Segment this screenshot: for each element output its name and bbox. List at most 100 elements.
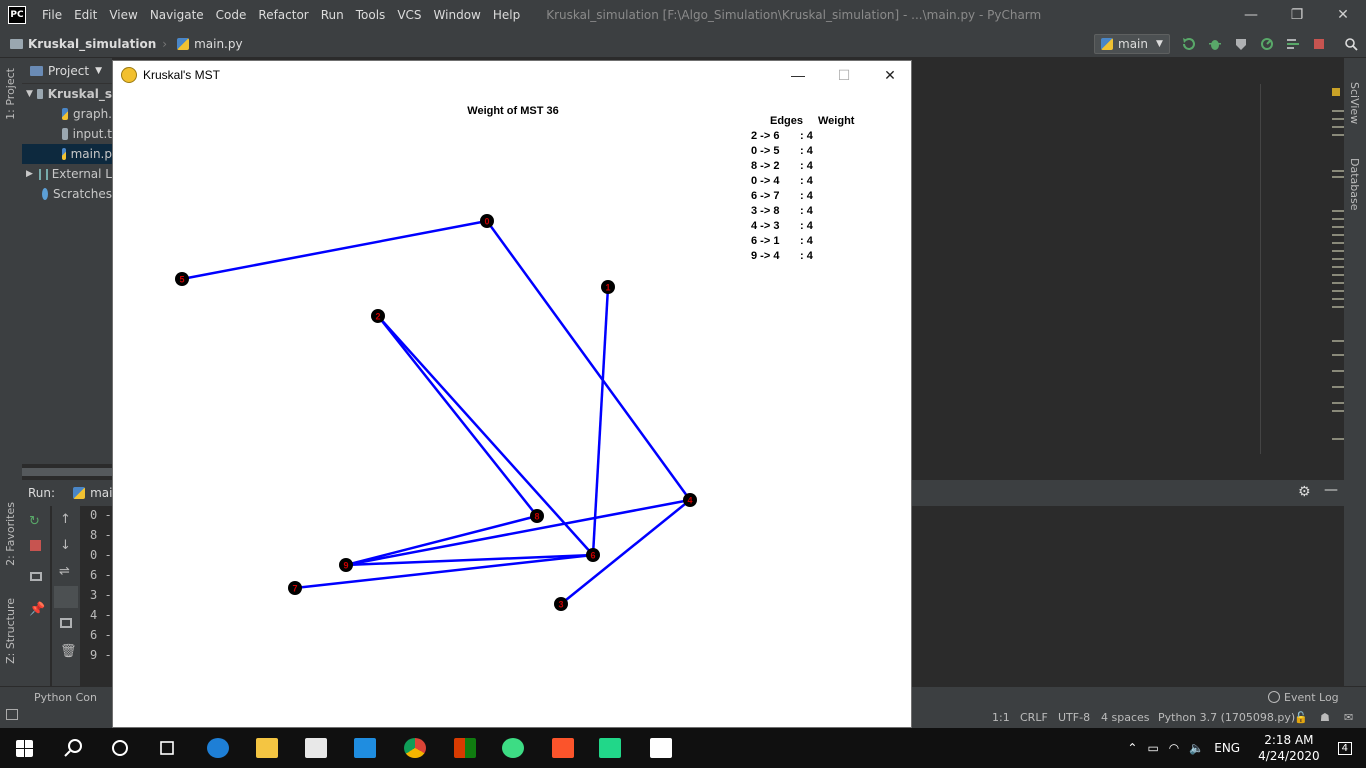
lock-icon[interactable]: 🔓 [1294,711,1308,724]
menu-view[interactable]: View [103,8,143,22]
tool-window-sciview[interactable]: SciView [1348,82,1361,124]
inspection-status-icon[interactable] [1332,88,1340,96]
restore-icon[interactable]: ❐ [1274,0,1320,30]
run-tab[interactable]: mai [90,486,112,500]
search-icon[interactable] [1344,37,1358,51]
notification-icon[interactable]: ✉ [1344,711,1353,724]
trash-icon[interactable]: 🗑 [60,644,77,659]
edge-table-edge: 0 -> 5 [751,145,779,157]
volume-icon[interactable]: 🔈 [1189,741,1204,755]
tool-window-favorites[interactable]: 2: Favorites [4,502,17,566]
gear-icon[interactable]: ⚙ [1298,484,1311,500]
notification-center-icon[interactable]: 4 [1337,741,1352,755]
scroll-to-end-icon[interactable] [54,586,78,608]
python-interpreter[interactable]: Python 3.7 (1705098.py) [1158,711,1295,724]
tree-item-scratches[interactable]: Scratches [22,184,112,204]
menu-vcs[interactable]: VCS [391,8,427,22]
inspector-icon[interactable]: ☗ [1320,711,1330,724]
maximize-icon[interactable]: ☐ [821,61,867,89]
pycharm-taskbar-icon[interactable] [599,738,621,758]
edges-header: Edges [770,115,803,127]
tree-item-input[interactable]: input.t [22,124,112,144]
error-stripe[interactable] [1330,84,1344,454]
project-panel-header[interactable]: Project ▼ [22,58,112,84]
rerun-icon[interactable] [1182,37,1196,51]
rerun-icon[interactable]: ↻ [29,514,40,529]
notepad-icon[interactable] [650,738,672,758]
layout-icon[interactable] [30,572,42,581]
clock[interactable]: 2:18 AM 4/24/2020 [1258,732,1320,764]
tree-item-external-libraries[interactable]: ▶ External L [22,164,112,184]
mst-node-label: 0 [484,217,489,227]
tool-window-database[interactable]: Database [1348,158,1361,211]
wifi-icon[interactable]: ◠ [1169,741,1179,755]
run-config-dropdown[interactable]: main ▼ [1094,34,1170,54]
windows-start-icon[interactable] [16,740,33,757]
profile-icon[interactable] [1260,37,1274,51]
menu-code[interactable]: Code [210,8,253,22]
python-console-tab[interactable]: Python Con [34,691,97,704]
event-log-tab[interactable]: Event Log [1284,691,1339,704]
debug-icon[interactable] [1208,37,1222,51]
cortana-icon[interactable] [109,738,131,758]
menu-run[interactable]: Run [315,8,350,22]
mail-icon[interactable] [354,738,376,758]
tree-item-main[interactable]: main.p [22,144,112,164]
coverage-icon[interactable] [1234,37,1248,51]
pygame-window[interactable]: Kruskal's MST — ☐ ✕ Weight of MST 36 Edg… [112,60,912,728]
tool-windows-icon[interactable] [6,709,18,720]
tree-item-label: Scratches [52,187,112,201]
right-tool-stripe: SciView Database [1344,58,1366,708]
file-encoding[interactable]: UTF-8 [1058,711,1090,724]
editor-area[interactable] [912,84,1262,454]
tree-item-project-root[interactable]: ▼ Kruskal_s [22,84,112,104]
edge-browser-icon[interactable] [207,738,229,758]
close-icon[interactable]: ✕ [1320,0,1366,30]
soft-wrap-icon[interactable]: ⇌ [59,564,70,579]
menu-navigate[interactable]: Navigate [144,8,210,22]
breadcrumb-project[interactable]: Kruskal_simulation [10,37,156,51]
language-indicator[interactable]: ENG [1214,741,1240,755]
search-icon[interactable] [63,738,85,758]
console-line: 4 - [90,608,112,622]
pygame-titlebar[interactable]: Kruskal's MST — ☐ ✕ [113,61,911,89]
arrow-down-icon[interactable]: ↓ [60,538,71,553]
menu-file[interactable]: File [36,8,68,22]
office-icon[interactable] [454,738,476,758]
file-explorer-icon[interactable] [256,738,278,758]
menu-tools[interactable]: Tools [350,8,392,22]
tree-item-graph[interactable]: graph. [22,104,112,124]
menu-refactor[interactable]: Refactor [252,8,314,22]
tree-item-label: graph. [73,107,112,121]
menu-window[interactable]: Window [428,8,487,22]
concurrency-icon[interactable] [1286,37,1300,51]
minimize-icon[interactable]: — [775,61,821,89]
chrome-icon[interactable] [404,738,426,758]
stop-icon[interactable] [1312,37,1326,51]
edge-table-edge: 8 -> 2 [751,160,779,172]
breadcrumb-file[interactable]: main.py [177,37,243,51]
tool-window-project[interactable]: 1: Project [4,68,17,120]
tool-window-structure[interactable]: Z: Structure [4,598,17,664]
hide-panel-icon[interactable]: — [1324,482,1338,498]
close-icon[interactable]: ✕ [867,61,913,89]
caret-position[interactable]: 1:1 [992,711,1010,724]
menu-help[interactable]: Help [487,8,526,22]
indent-setting[interactable]: 4 spaces [1101,711,1150,724]
print-icon[interactable] [60,618,72,628]
brave-browser-icon[interactable] [552,738,574,758]
horizontal-scrollbar[interactable] [22,468,112,476]
mst-weight-label: Weight of MST 36 [467,105,558,117]
menu-edit[interactable]: Edit [68,8,103,22]
task-view-icon[interactable] [157,738,179,758]
battery-icon[interactable]: ▭ [1147,741,1158,755]
line-separator[interactable]: CRLF [1020,711,1048,724]
stop-icon[interactable] [30,540,41,551]
arrow-up-icon[interactable]: ↑ [60,512,71,527]
store-icon[interactable] [305,738,327,758]
minimize-icon[interactable]: — [1228,0,1274,30]
edge-table-weight: : 4 [800,160,814,172]
android-studio-icon[interactable] [502,738,524,758]
pin-icon[interactable]: 📌 [29,602,45,617]
chevron-up-icon[interactable]: ⌃ [1127,741,1137,755]
